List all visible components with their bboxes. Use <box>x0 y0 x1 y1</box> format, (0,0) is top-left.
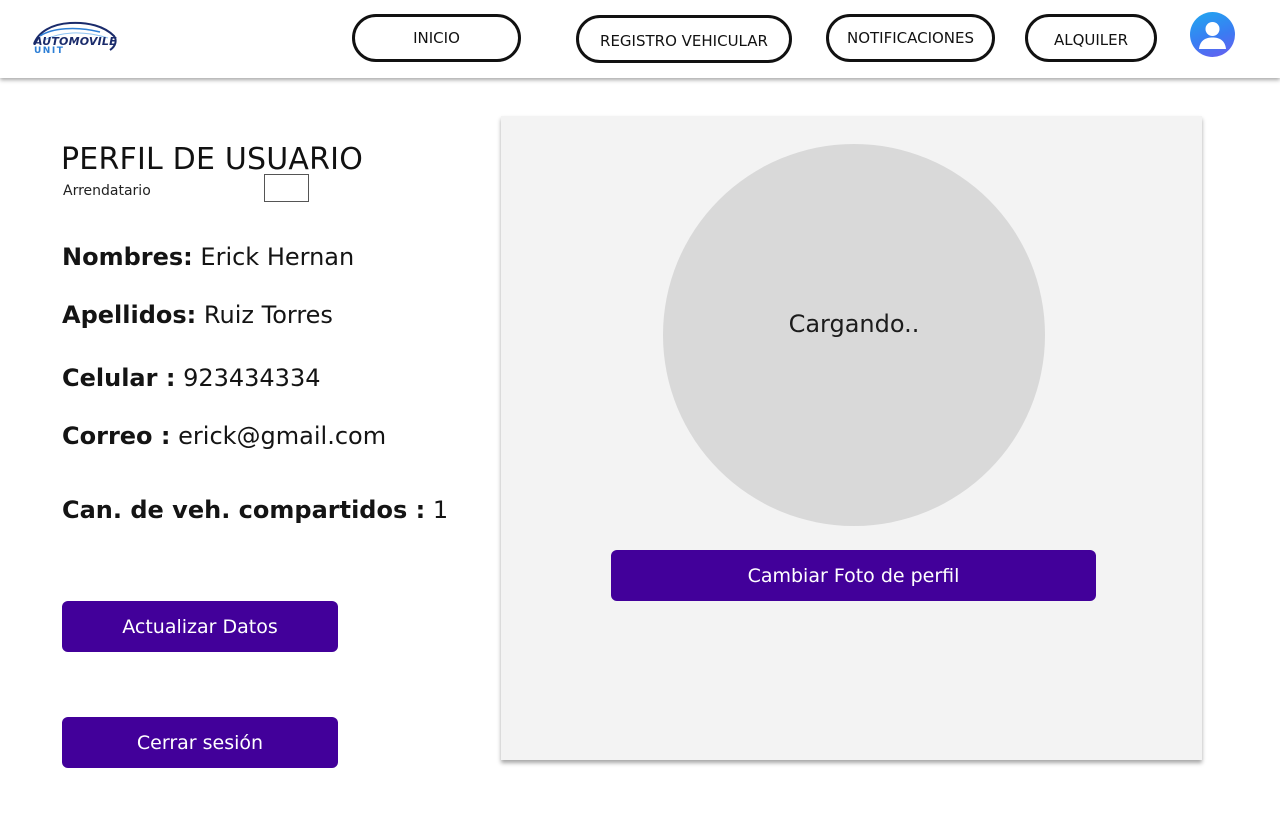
nav-registro-vehicular-button[interactable]: REGISTRO VEHICULAR <box>576 15 792 63</box>
field-apellidos-label: Apellidos: <box>62 301 197 329</box>
field-apellidos: Apellidos: Ruiz Torres <box>62 301 333 329</box>
field-correo-value: erick@gmail.com <box>178 422 387 450</box>
profile-photo-placeholder: Cargando.. <box>663 144 1045 526</box>
nav-inicio-button[interactable]: INICIO <box>352 14 521 62</box>
top-navbar: AUTOMOVILE UNIT INICIO REGISTRO VEHICULA… <box>0 0 1280 78</box>
field-vehiculos-compartidos: Can. de veh. compartidos : 1 <box>62 496 448 524</box>
page-title: PERFIL DE USUARIO <box>61 142 364 177</box>
nav-notificaciones-button[interactable]: NOTIFICACIONES <box>826 14 995 62</box>
field-correo: Correo : erick@gmail.com <box>62 422 386 450</box>
field-celular-value: 923434334 <box>183 364 321 392</box>
photo-loading-text: Cargando.. <box>788 310 920 338</box>
user-silhouette-icon <box>1199 22 1226 49</box>
nav-inicio-label: INICIO <box>413 29 460 47</box>
field-correo-label: Correo : <box>62 422 171 450</box>
actualizar-datos-button[interactable]: Actualizar Datos <box>62 601 338 652</box>
nav-alquiler-label: ALQUILER <box>1053 31 1129 49</box>
logo-text-unit: UNIT <box>34 46 65 56</box>
field-celular-label: Celular : <box>62 364 176 392</box>
role-empty-box <box>264 174 309 202</box>
field-nombres-label: Nombres: <box>62 243 193 271</box>
field-apellidos-value: Ruiz Torres <box>203 301 333 329</box>
user-role-label: Arrendatario <box>63 183 151 199</box>
cambiar-foto-button[interactable]: Cambiar Foto de perfil <box>611 550 1096 601</box>
field-nombres: Nombres: Erick Hernan <box>62 243 354 271</box>
cerrar-sesion-button[interactable]: Cerrar sesión <box>62 717 338 768</box>
user-avatar-icon[interactable] <box>1190 12 1235 57</box>
field-celular: Celular : 923434334 <box>62 364 321 392</box>
nav-registro-vehicular-label: REGISTRO VEHICULAR <box>600 32 768 50</box>
field-vehiculos-value: 1 <box>432 496 449 524</box>
profile-photo-panel: Cargando.. Cambiar Foto de perfil <box>501 116 1202 760</box>
field-nombres-value: Erick Hernan <box>200 243 355 271</box>
automovile-unit-logo[interactable]: AUTOMOVILE UNIT <box>30 18 120 58</box>
nav-notificaciones-label: NOTIFICACIONES <box>846 29 975 47</box>
nav-alquiler-button[interactable]: ALQUILER <box>1025 14 1157 62</box>
field-vehiculos-label: Can. de veh. compartidos : <box>62 496 426 524</box>
